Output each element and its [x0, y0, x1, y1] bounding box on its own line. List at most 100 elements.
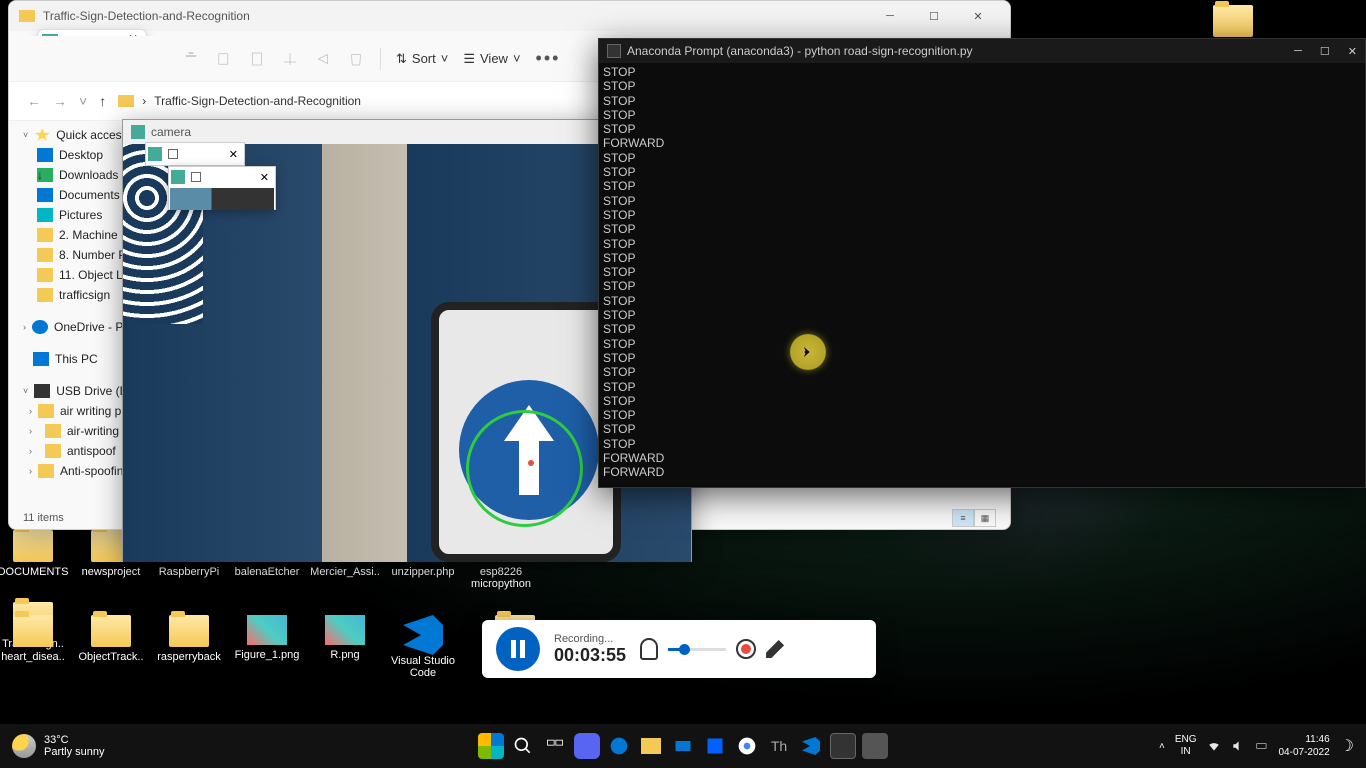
volume-icon[interactable]	[1231, 739, 1245, 753]
folder-icon	[118, 95, 134, 107]
sidebar-folder[interactable]: 2. Machine Lea	[9, 225, 131, 245]
icons-view-button[interactable]: ▦	[974, 509, 996, 527]
cut-icon[interactable]	[182, 50, 200, 68]
taskbar-thonny[interactable]: Th	[766, 733, 792, 759]
detection-centroid	[528, 460, 534, 466]
nav-back[interactable]: ←	[27, 93, 41, 109]
maximize-button[interactable]: ☐	[912, 2, 956, 30]
sidebar-folder[interactable]: ›air writing proj	[9, 401, 131, 421]
detection-circle	[466, 410, 583, 527]
close-icon[interactable]: ✕	[256, 171, 273, 184]
copy-icon[interactable]	[215, 50, 233, 68]
nav-up[interactable]: ↑	[99, 93, 106, 109]
sidebar-pictures[interactable]: Pictures	[9, 205, 131, 225]
desktop-image[interactable]: R.png	[312, 615, 378, 679]
terminal-title: Anaconda Prompt (anaconda3) - python roa…	[627, 44, 973, 58]
paste-icon[interactable]	[248, 50, 266, 68]
terminal-titlebar[interactable]: Anaconda Prompt (anaconda3) - python roa…	[599, 39, 1365, 63]
sidebar-folder[interactable]: ›antispoof	[9, 441, 131, 461]
preview-thumbnail	[170, 188, 274, 210]
maximize-button[interactable]: ☐	[1320, 45, 1330, 58]
breadcrumb[interactable]: › Traffic-Sign-Detection-and-Recognition	[118, 94, 361, 108]
taskbar-center: Th	[478, 733, 888, 759]
recording-label: Recording...	[554, 633, 626, 645]
system-tray: ˄ ENGIN 11:4604-07-2022 ☽	[1159, 733, 1354, 759]
annotate-icon[interactable]	[766, 640, 784, 658]
webcam-icon[interactable]	[736, 639, 756, 659]
desktop-folder[interactable]: rasperryback	[156, 615, 222, 679]
taskbar-explorer[interactable]	[638, 733, 664, 759]
nested-window-popup[interactable]: ✕	[168, 166, 276, 210]
sidebar-desktop[interactable]: Desktop	[9, 145, 131, 165]
recording-timer: 00:03:55	[554, 645, 626, 666]
clock[interactable]: 11:4604-07-2022	[1279, 733, 1330, 759]
wifi-icon[interactable]	[1207, 739, 1221, 753]
taskbar-vscode[interactable]	[798, 733, 824, 759]
sidebar-folder[interactable]: 8. Number Plat	[9, 245, 131, 265]
terminal-output[interactable]: STOPSTOPSTOPSTOPSTOPFORWARDSTOPSTOPSTOPS…	[599, 63, 1365, 482]
sidebar-onedrive[interactable]: ›OneDrive - Persc	[9, 317, 131, 337]
sidebar-usb[interactable]: ˅USB Drive (D:)	[9, 381, 131, 401]
notifications-icon[interactable]: ☽	[1340, 736, 1354, 756]
nested-window-strip[interactable]: ✕	[145, 142, 245, 166]
desktop-folder-topright[interactable]	[1200, 5, 1266, 41]
more-button[interactable]: •••	[536, 48, 561, 69]
app-icon	[148, 147, 162, 161]
taskbar-app[interactable]	[574, 733, 600, 759]
sidebar-folder[interactable]: trafficsign	[9, 285, 131, 305]
cursor-highlight	[790, 334, 826, 370]
app-icon	[131, 125, 145, 139]
taskbar-mail[interactable]	[670, 733, 696, 759]
desktop-folder[interactable]: DOCUMENTS	[0, 530, 66, 590]
maximize-icon	[191, 172, 201, 182]
taskbar-edge[interactable]	[606, 733, 632, 759]
rename-icon[interactable]	[281, 50, 299, 68]
nav-forward[interactable]: →	[53, 93, 67, 109]
chevron-right-icon: ›	[142, 94, 146, 108]
sidebar-folder[interactable]: 11. Object Loca	[9, 265, 131, 285]
sidebar-documents[interactable]: Documents	[9, 185, 131, 205]
desktop-vscode[interactable]: Visual Studio Code	[390, 615, 456, 679]
folder-icon	[19, 10, 35, 22]
sidebar-thispc[interactable]: This PC	[9, 349, 131, 369]
taskbar-dropbox[interactable]	[702, 733, 728, 759]
explorer-titlebar[interactable]: Traffic-Sign-Detection-and-Recognition ─…	[9, 1, 1010, 31]
sidebar-folder[interactable]: ›air-writing	[9, 421, 131, 441]
battery-icon[interactable]	[1255, 739, 1269, 753]
delete-icon[interactable]	[347, 50, 365, 68]
weather-widget[interactable]: 33°CPartly sunny	[12, 734, 105, 758]
close-button[interactable]: ✕	[956, 2, 1000, 30]
taskbar-chrome[interactable]	[734, 733, 760, 759]
share-icon[interactable]	[314, 50, 332, 68]
close-icon[interactable]: ✕	[225, 148, 242, 161]
desktop-folder[interactable]: heart_disea..	[0, 615, 66, 679]
sidebar-quick-access[interactable]: ˅Quick access	[9, 125, 131, 145]
screen-recorder-widget[interactable]: Recording... 00:03:55	[482, 620, 876, 678]
sidebar-folder[interactable]: ›Anti-spoofing	[9, 461, 131, 481]
tray-chevron[interactable]: ˄	[1159, 741, 1165, 752]
desktop-folder[interactable]: ObjectTrack..	[78, 615, 144, 679]
volume-slider[interactable]	[668, 648, 726, 651]
desktop-icons-row2: heart_disea.. ObjectTrack.. rasperryback…	[0, 615, 456, 679]
status-text: 11 items	[23, 512, 64, 524]
maximize-icon	[168, 149, 178, 159]
details-view-button[interactable]: ≡	[952, 509, 974, 527]
minimize-button[interactable]: ─	[868, 2, 912, 30]
taskbar-terminal[interactable]	[830, 733, 856, 759]
taskbar-app[interactable]	[862, 733, 888, 759]
search-button[interactable]	[510, 733, 536, 759]
language-indicator[interactable]: ENGIN	[1175, 734, 1197, 758]
sidebar-downloads[interactable]: ↓Downloads	[9, 165, 131, 185]
terminal-icon	[607, 44, 621, 58]
desktop-image[interactable]: Figure_1.png	[234, 615, 300, 679]
close-button[interactable]: ✕	[1348, 45, 1357, 58]
task-view-button[interactable]	[542, 733, 568, 759]
view-button[interactable]: ☰ View ˅	[463, 51, 520, 67]
pause-button[interactable]	[496, 627, 540, 671]
minimize-button[interactable]: ─	[1294, 45, 1302, 58]
nav-recent[interactable]: ˅	[79, 93, 87, 109]
start-button[interactable]	[478, 733, 504, 759]
terminal-window: Anaconda Prompt (anaconda3) - python roa…	[598, 38, 1366, 488]
microphone-icon[interactable]	[640, 638, 658, 660]
sort-button[interactable]: ⇅ Sort ˅	[396, 51, 448, 67]
